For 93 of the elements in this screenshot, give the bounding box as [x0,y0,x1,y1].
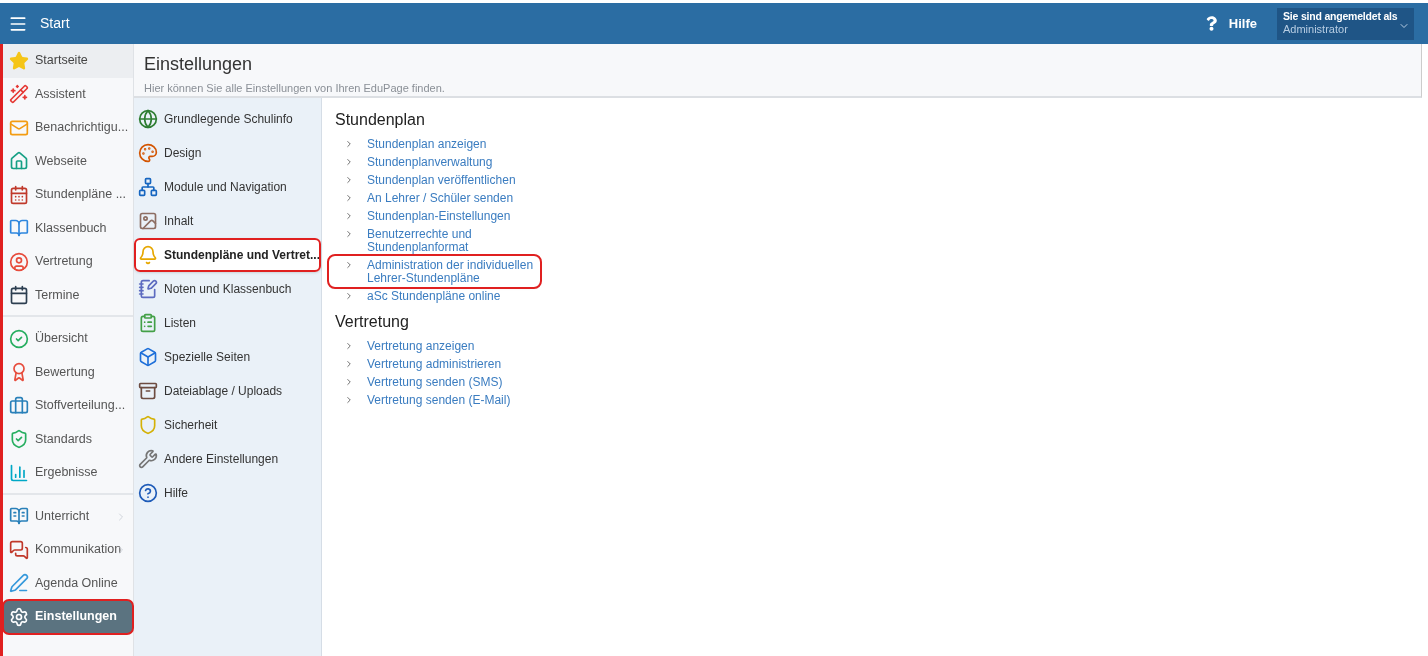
sidebar-item[interactable]: Unterricht [3,499,133,533]
page-subtitle: Hier können Sie alle Einstellungen von Ihren EduPage finden. [144,81,446,96]
sidebar-item[interactable]: Kommunikation [3,533,133,567]
category-item[interactable]: Noten und Klassenbuch [134,272,321,306]
person-icon [9,251,29,272]
sidebar-item[interactable]: Einstellungen [3,600,133,634]
sidebar-label: Agenda Online [35,574,119,592]
category-item[interactable]: Dateiablage / Uploads [134,374,321,408]
globe-icon [138,109,158,129]
question-mark-icon [1205,16,1217,31]
settings-link[interactable]: Vertretung administrieren [367,357,502,371]
page-title: Einstellungen [144,53,254,76]
help-button[interactable]: Hilfe [1205,13,1257,34]
sidebar-item[interactable]: Stoffverteilung... [3,389,133,423]
calendar-grid-icon [9,184,29,205]
settings-link[interactable]: Stundenplan veröffentlichen [367,173,516,187]
sidebar-label: Ergebnisse [35,464,99,482]
sidebar-label: Webseite [35,152,88,170]
category-item[interactable]: Sicherheit [134,408,321,442]
settings-link[interactable]: Administration der individuellen Lehrer-Stundenpläne [367,258,540,285]
category-item[interactable]: Grundlegende Schulinfo [134,102,321,136]
sidebar-label: Assistent [35,85,87,103]
sidebar-label: Klassenbuch [35,219,108,237]
pen-icon [9,573,29,594]
calendar-icon [9,285,29,306]
sidebar-item[interactable]: Assistent [3,77,133,111]
sidebar-label: Unterricht [35,507,91,525]
sidebar-label: Vertretung [35,253,94,271]
sidebar-label: Übersicht [35,330,89,348]
category-item[interactable]: Design [134,136,321,170]
category-item[interactable]: Andere Einstellungen [134,442,321,476]
sidebar-item[interactable]: Ergebnisse [3,456,133,490]
notebook-icon [138,279,158,299]
shield-check-icon [9,429,29,450]
chat-bubbles-icon [9,539,29,560]
shield-icon [138,415,158,435]
chevron-icon [344,291,354,301]
sidebar-item[interactable]: Webseite [3,144,133,178]
list-icon [138,313,158,333]
star-icon [9,50,29,71]
category-item[interactable]: Hilfe [134,476,321,510]
sidebar-label: Stoffverteilung... [35,397,126,415]
sidebar-item[interactable]: Vertretung [3,245,133,279]
section-heading: Vertretung [335,312,410,332]
settings-link[interactable]: Stundenplan anzeigen [367,137,487,151]
settings-link[interactable]: Vertretung anzeigen [367,339,475,353]
tools-icon [138,449,158,469]
wand-icon [9,84,29,105]
sidebar-item[interactable]: Benachrichtigu... [3,111,133,145]
sidebar-item[interactable]: Agenda Online [3,566,133,600]
bell-icon [138,245,158,265]
settings-link[interactable]: aSc Stundenpläne online [367,289,501,303]
help-icon [138,483,158,503]
check-circle-icon [9,328,29,349]
section-heading: Stundenplan [335,110,426,130]
cube-icon [138,347,158,367]
network-icon [138,177,158,197]
settings-link[interactable]: Benutzerrechte und Stundenplanformat [367,227,540,254]
settings-link[interactable]: Vertretung senden (E-Mail) [367,393,511,407]
sidebar-item[interactable]: Klassenbuch [3,211,133,245]
category-item[interactable]: Stundenpläne und Vertret... [134,238,321,272]
sidebar-label: Stundenpläne ... [35,186,127,204]
sidebar-item[interactable]: Startseite [3,44,133,78]
sidebar-item[interactable]: Übersicht [3,322,133,356]
category-item[interactable]: Spezielle Seiten [134,340,321,374]
open-book-icon [9,506,29,527]
category-item[interactable]: Inhalt [134,204,321,238]
settings-link[interactable]: Vertretung senden (SMS) [367,375,503,389]
bar-chart-icon [9,462,29,483]
sidebar-label: Startseite [35,52,89,70]
settings-link[interactable]: Stundenplanverwaltung [367,155,493,169]
sidebar-item[interactable]: Stundenpläne ... [3,178,133,212]
top-bar-title: Start [40,14,70,33]
sidebar-item[interactable]: Bewertung [3,355,133,389]
chevron-icon [344,260,354,270]
book-icon [9,218,29,239]
settings-link[interactable]: An Lehrer / Schüler senden [367,191,514,205]
sidebar-label: Kommunikation [35,541,123,559]
sidebar-item[interactable]: Termine [3,278,133,312]
gear-icon [9,606,29,627]
sidebar-item[interactable]: Standards [3,422,133,456]
category-item[interactable]: Module und Navigation [134,170,321,204]
palette-icon [138,143,158,163]
account-dropdown[interactable]: Sie sind angemeldet als Administrator [1277,7,1414,40]
briefcase-icon [9,395,29,416]
house-icon [9,151,29,172]
category-item[interactable]: Listen [134,306,321,340]
settings-link[interactable]: Stundenplan-Einstellungen [367,209,511,223]
sidebar-label: Termine [35,286,81,304]
sidebar-label: Bewertung [35,363,96,381]
sidebar-label: Standards [35,430,93,448]
sidebar-label: Benachrichtigu... [35,119,129,137]
sidebar-label: Einstellungen [35,608,118,626]
